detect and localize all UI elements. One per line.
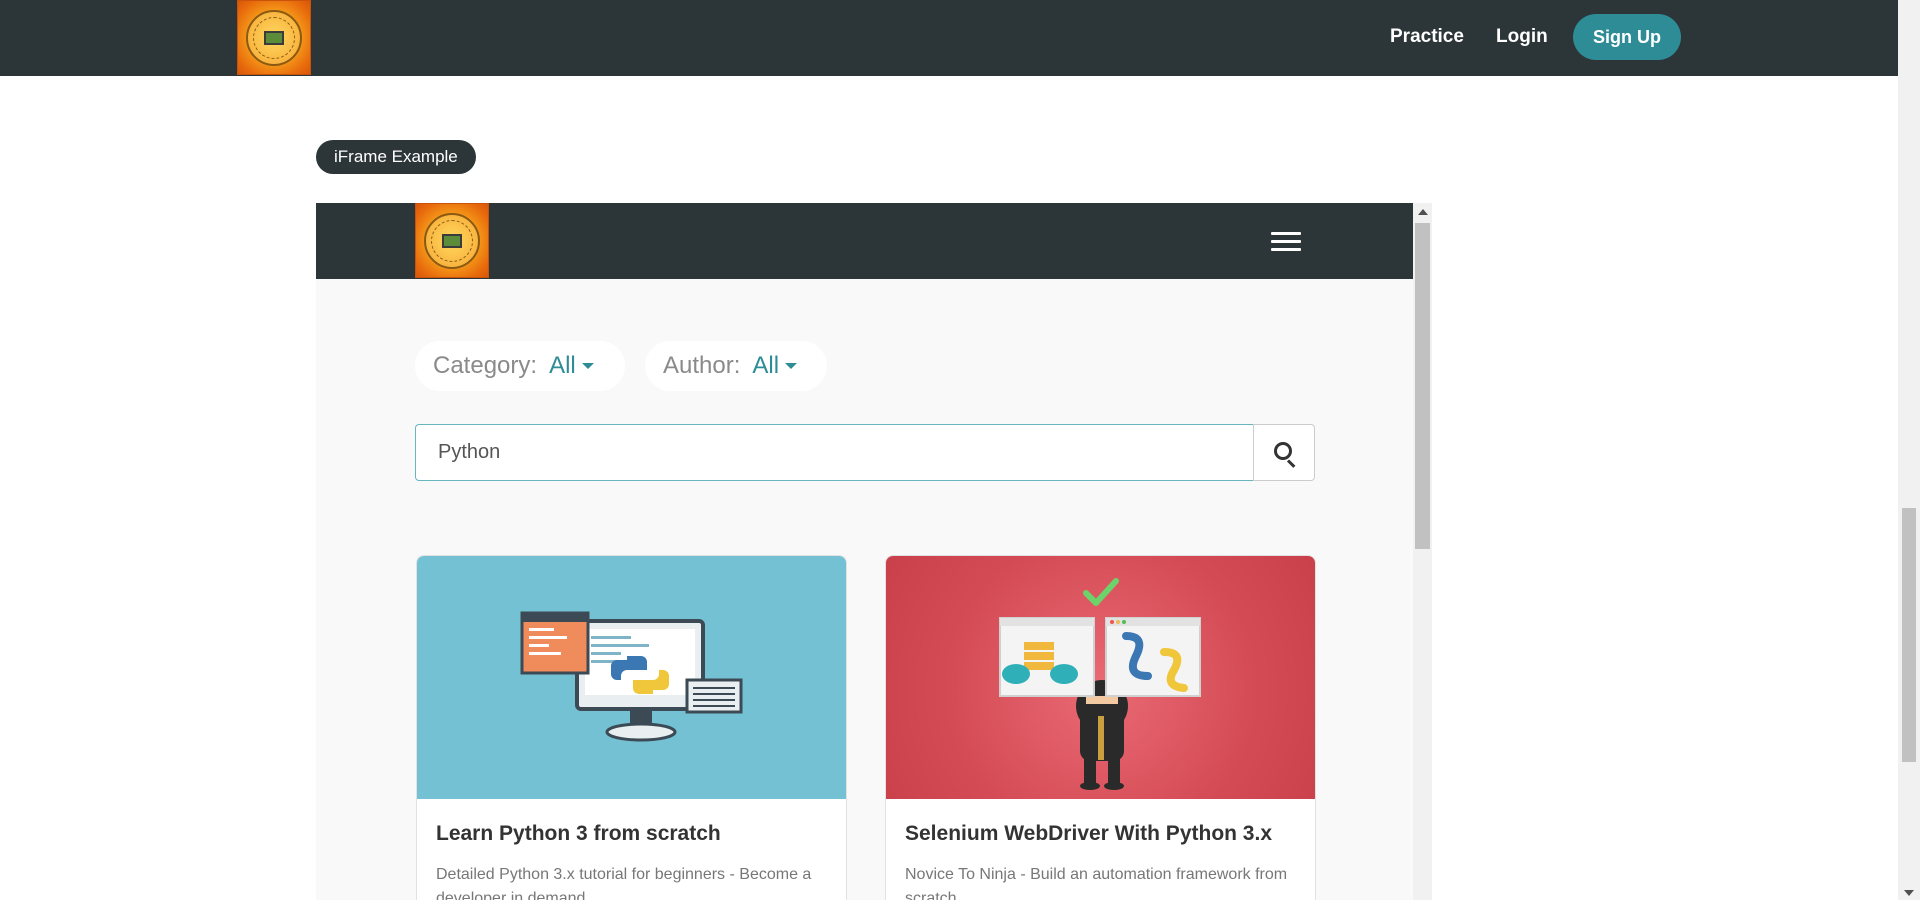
iframe-header xyxy=(316,203,1413,279)
iframe-scrollbar[interactable] xyxy=(1413,203,1432,900)
search-input[interactable] xyxy=(415,424,1254,481)
hamburger-line xyxy=(1271,248,1301,251)
logo-laptop-icon xyxy=(442,233,462,248)
hamburger-menu-icon[interactable] xyxy=(1271,232,1301,252)
site-logo-icon[interactable] xyxy=(237,0,311,75)
search-icon-handle xyxy=(1286,459,1296,468)
chevron-down-icon[interactable] xyxy=(785,363,798,369)
hamburger-line xyxy=(1271,240,1301,243)
course-title[interactable]: Selenium WebDriver With Python 3.x xyxy=(905,822,1272,846)
course-image[interactable] xyxy=(886,556,1315,799)
scroll-down-arrow-icon[interactable] xyxy=(1904,890,1914,896)
iframe-example-label: iFrame Example xyxy=(316,140,476,174)
iframe-frame: Category: All Author: All Python Learn P… xyxy=(316,203,1432,900)
selenium-ninja-illustration xyxy=(999,578,1201,790)
site-header: Practice Login Sign Up xyxy=(0,0,1898,76)
course-card[interactable]: Selenium WebDriver With Python 3.x Novic… xyxy=(885,555,1316,900)
logo-laptop-icon xyxy=(264,30,284,45)
iframe-scrollbar-thumb[interactable] xyxy=(1415,223,1430,549)
nav-practice-link[interactable]: Practice xyxy=(1390,26,1464,48)
page-scrollbar-thumb[interactable] xyxy=(1902,508,1916,762)
course-description: Novice To Ninja - Build an automation fr… xyxy=(905,866,1288,900)
page-scrollbar[interactable] xyxy=(1898,0,1920,900)
course-search xyxy=(415,424,1315,481)
category-filter-label: Category: xyxy=(433,352,538,379)
search-icon xyxy=(1274,442,1292,460)
author-filter-value[interactable]: All xyxy=(752,352,779,380)
search-button[interactable] xyxy=(1253,424,1315,481)
category-filter-value[interactable]: All xyxy=(549,352,576,380)
author-filter-dropdown[interactable]: Author: All xyxy=(645,341,827,391)
course-card[interactable]: Learn Python 3 from scratch Detailed Pyt… xyxy=(416,555,847,900)
signup-button[interactable]: Sign Up xyxy=(1573,14,1681,60)
author-filter-label: Author: xyxy=(663,352,741,379)
chevron-down-icon[interactable] xyxy=(581,363,594,369)
python-computer-illustration xyxy=(520,611,743,742)
course-image[interactable] xyxy=(417,556,846,799)
category-filter-dropdown[interactable]: Category: All xyxy=(415,341,625,391)
iframe-logo-icon[interactable] xyxy=(415,203,489,278)
hamburger-line xyxy=(1271,232,1301,235)
course-title[interactable]: Learn Python 3 from scratch xyxy=(436,822,721,846)
course-description: Detailed Python 3.x tutorial for beginne… xyxy=(436,866,812,900)
scroll-up-arrow-icon[interactable] xyxy=(1418,209,1428,215)
nav-login-link[interactable]: Login xyxy=(1496,26,1548,48)
